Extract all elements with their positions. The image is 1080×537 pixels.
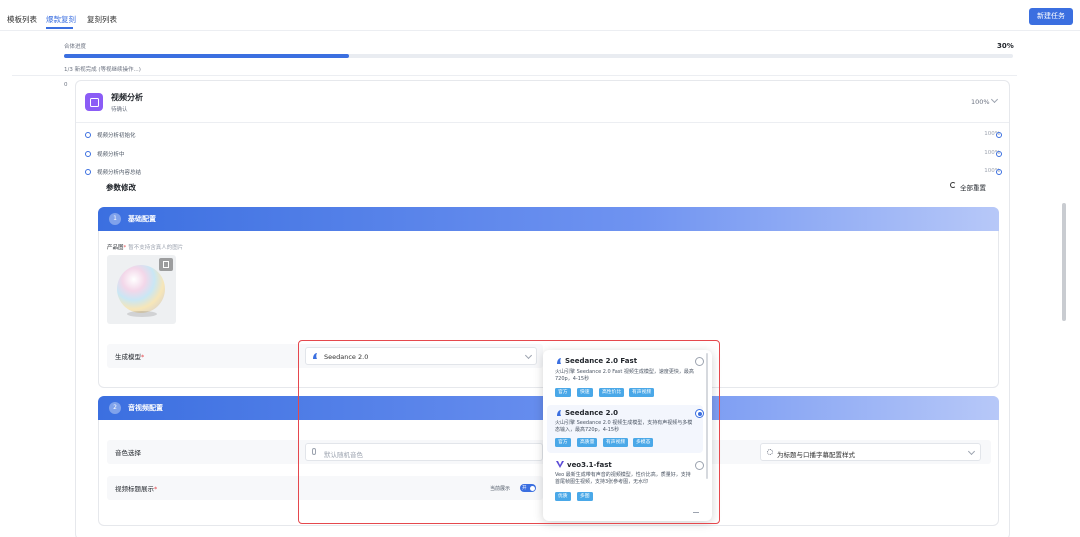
model-tag: 高质量 bbox=[577, 438, 598, 447]
basic-config-header: 1 基础配置 bbox=[98, 207, 999, 231]
title-display-label: 视频标题展示* bbox=[115, 485, 158, 493]
chevron-down-icon bbox=[967, 447, 976, 456]
progress-bar bbox=[64, 54, 1013, 58]
model-option-name: Seedance 2.0 Fast bbox=[565, 357, 638, 365]
model-option[interactable]: Seedance 2.0 火山引擎 Seedance 2.0 视频生成模型，支持… bbox=[547, 405, 704, 453]
model-dropdown: Seedance 2.0 Fast 火山引擎 Seedance 2.0 Fast… bbox=[543, 350, 712, 521]
model-tag: 有声视频 bbox=[603, 438, 629, 447]
model-tag: 官方 bbox=[555, 438, 571, 447]
section-number: 2 bbox=[109, 402, 121, 414]
model-select[interactable]: Seedance 2.0 bbox=[305, 347, 537, 365]
product-image-label: 产品图* 暂不支持含真人的图片 bbox=[107, 245, 184, 251]
check-circle-icon bbox=[996, 169, 1002, 175]
model-label: 生成模型* bbox=[115, 353, 145, 361]
seedance-icon bbox=[313, 353, 317, 359]
model-option-radio[interactable] bbox=[695, 357, 704, 366]
reset-all-button[interactable]: 全部重置 bbox=[960, 182, 986, 192]
progress-percent: 30% bbox=[997, 42, 1014, 50]
new-task-button[interactable]: 新建任务 bbox=[1029, 8, 1073, 25]
section-title: 音视频配置 bbox=[128, 404, 163, 412]
step-dot bbox=[85, 132, 91, 138]
toggle-knob bbox=[530, 485, 535, 491]
model-option-radio[interactable] bbox=[695, 409, 704, 418]
video-analysis-subtitle: 待确认 bbox=[111, 107, 128, 113]
title-display-row bbox=[107, 476, 543, 500]
seedance-icon bbox=[557, 410, 561, 416]
model-tag: 优质 bbox=[555, 492, 571, 501]
divider bbox=[76, 122, 1009, 123]
step-label: 视频分析初始化 bbox=[97, 133, 136, 139]
model-option[interactable]: Seedance 2.0 Fast 火山引擎 Seedance 2.0 Fast… bbox=[547, 353, 704, 403]
params-title: 参数修改 bbox=[106, 183, 136, 192]
chevron-down-icon bbox=[524, 351, 533, 360]
model-option[interactable]: veo3.1-fast Veo 最新生成带有声音的视频模型，性价比高，质量好，支… bbox=[547, 457, 704, 509]
dropdown-scrollbar[interactable] bbox=[706, 353, 708, 479]
video-analysis-title: 视频分析 bbox=[111, 93, 143, 102]
video-analysis-icon bbox=[85, 93, 103, 111]
model-tag: 多图 bbox=[577, 492, 593, 501]
seedance-icon bbox=[557, 358, 561, 364]
reset-icon bbox=[950, 182, 956, 188]
model-tag: 高性价比 bbox=[599, 388, 625, 397]
progress-status: 1/3 新视完成 (等视继续操作...) bbox=[64, 67, 141, 73]
model-option-name: veo3.1-fast bbox=[567, 461, 612, 469]
model-option-desc: Veo 最新生成带有声音的视频模型，性价比高，质量好，支持首尾帧图生视频，支持3… bbox=[555, 472, 691, 485]
model-tag: 有声视频 bbox=[629, 388, 655, 397]
step-label: 视频分析内容总结 bbox=[97, 170, 142, 176]
stage-index: 0 bbox=[64, 82, 68, 88]
toggle-label: 开 bbox=[522, 486, 527, 491]
model-option-desc: 火山引擎 Seedance 2.0 视频生成模型，支持有声视频与多模态输入，最高… bbox=[555, 420, 693, 433]
step-label: 视频分析中 bbox=[97, 152, 125, 158]
microphone-icon bbox=[312, 448, 316, 455]
delete-image-button[interactable] bbox=[159, 258, 173, 271]
subtitle-style-value: 为标题与口播字幕配置样式 bbox=[777, 451, 855, 459]
veo-icon bbox=[556, 461, 564, 468]
model-tag: 快速 bbox=[577, 388, 593, 397]
more-indicator bbox=[693, 512, 699, 513]
trash-icon bbox=[163, 261, 169, 268]
gear-icon bbox=[767, 449, 773, 455]
progress-fill bbox=[64, 54, 349, 58]
model-option-desc: 火山引擎 Seedance 2.0 Fast 视频生成模型，速度更快，最高720… bbox=[555, 369, 694, 382]
voice-select[interactable]: 默认随机音色 bbox=[305, 443, 543, 461]
tab-viral-replicate[interactable]: 爆款复刻 bbox=[46, 14, 76, 25]
active-tab-indicator bbox=[46, 27, 73, 29]
section-number: 1 bbox=[109, 213, 121, 225]
header-divider bbox=[0, 30, 1080, 31]
subtitle-style-select[interactable]: 为标题与口播字幕配置样式 bbox=[760, 443, 981, 461]
model-tag: 官方 bbox=[555, 388, 571, 397]
divider bbox=[12, 75, 1017, 76]
check-circle-icon bbox=[996, 151, 1002, 157]
video-analysis-percent: 100% bbox=[971, 98, 990, 106]
title-display-toggle[interactable]: 开 bbox=[520, 484, 536, 492]
step-dot bbox=[85, 151, 91, 157]
model-select-value: Seedance 2.0 bbox=[324, 353, 369, 361]
voice-placeholder: 默认随机音色 bbox=[324, 451, 363, 459]
step-dot bbox=[85, 169, 91, 175]
tab-replicate-list[interactable]: 复刻列表 bbox=[87, 14, 117, 25]
current-display-label: 当前展示 bbox=[490, 486, 511, 492]
check-circle-icon bbox=[996, 132, 1002, 138]
model-option-name: Seedance 2.0 bbox=[565, 409, 618, 417]
page-scrollbar[interactable] bbox=[1062, 203, 1066, 321]
tab-template-list[interactable]: 模板列表 bbox=[7, 14, 37, 25]
progress-label: 合体进度 bbox=[64, 44, 87, 50]
section-title: 基础配置 bbox=[128, 215, 156, 223]
model-option-radio[interactable] bbox=[695, 461, 704, 470]
voice-label: 音色选择 bbox=[115, 449, 141, 457]
model-tag: 多模态 bbox=[633, 438, 654, 447]
